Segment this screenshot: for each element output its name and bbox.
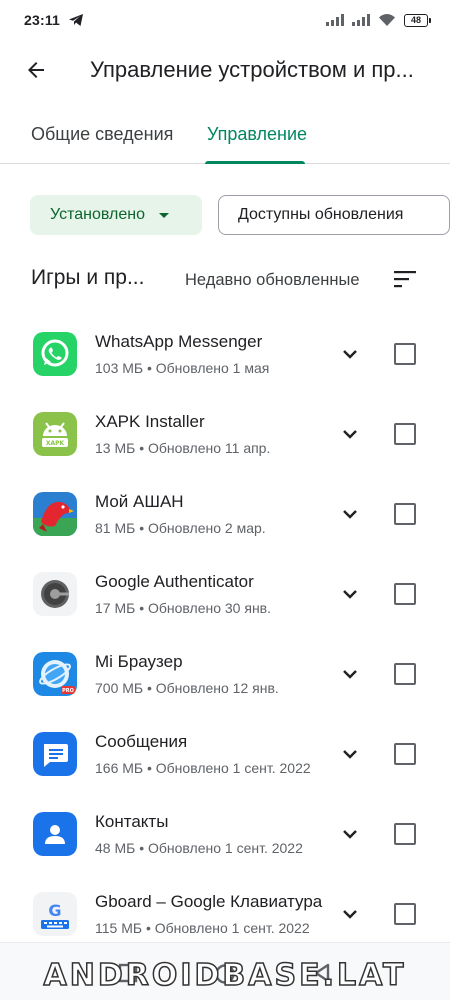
chevron-down-icon[interactable] <box>338 902 362 926</box>
recents-icon[interactable] <box>118 963 138 983</box>
app-select-checkbox[interactable] <box>394 423 416 445</box>
app-list: WhatsApp Messenger 103 МБ • Обновлено 1 … <box>0 314 450 954</box>
section-header: Игры и пр... Недавно обновленные <box>0 266 450 296</box>
app-name: Контакты <box>95 812 169 831</box>
tab-overview[interactable]: Общие сведения <box>31 124 173 145</box>
app-meta: 17 МБ • Обновлено 30 янв. <box>95 600 271 616</box>
app-select-checkbox[interactable] <box>394 503 416 525</box>
svg-text:G: G <box>48 901 61 920</box>
svg-text:PRO: PRO <box>62 688 74 694</box>
app-meta: 115 МБ • Обновлено 1 сент. 2022 <box>95 920 310 936</box>
app-select-checkbox[interactable] <box>394 343 416 365</box>
tab-indicator <box>205 161 305 164</box>
authenticator-icon <box>33 572 77 616</box>
sort-icon[interactable] <box>394 270 416 288</box>
app-name: Mi Браузер <box>95 652 183 671</box>
tab-manage[interactable]: Управление <box>207 124 307 145</box>
chevron-down-icon[interactable] <box>338 502 362 526</box>
battery-icon: 48 <box>404 13 431 27</box>
app-name: Сообщения <box>95 732 188 751</box>
dropdown-caret-icon <box>158 212 169 218</box>
app-list-item[interactable]: Сообщения 166 МБ • Обновлено 1 сент. 202… <box>0 714 450 794</box>
chevron-down-icon[interactable] <box>338 342 362 366</box>
app-list-item[interactable]: XAPK XAPK Installer 13 МБ • Обновлено 11… <box>0 394 450 474</box>
auchan-bird-icon <box>33 492 77 536</box>
app-select-checkbox[interactable] <box>394 823 416 845</box>
chevron-down-icon[interactable] <box>338 822 362 846</box>
sort-button[interactable]: Недавно обновленные <box>185 271 360 290</box>
app-select-checkbox[interactable] <box>394 583 416 605</box>
app-name: Мой АШАН <box>95 492 184 511</box>
app-list-item[interactable]: WhatsApp Messenger 103 МБ • Обновлено 1 … <box>0 314 450 394</box>
mi-browser-icon: PRO <box>33 652 77 696</box>
app-name: XAPK Installer <box>95 412 205 431</box>
wifi-icon <box>379 14 395 26</box>
filter-chips: Установлено Доступны обновления <box>0 195 450 235</box>
whatsapp-icon <box>33 332 77 376</box>
back-button[interactable] <box>6 44 66 96</box>
home-icon[interactable] <box>214 963 236 985</box>
status-bar: 23:11 48 <box>0 0 450 40</box>
app-select-checkbox[interactable] <box>394 743 416 765</box>
svg-text:XAPK: XAPK <box>46 440 65 447</box>
updates-available-chip[interactable]: Доступны обновления <box>218 195 450 235</box>
app-meta: 103 МБ • Обновлено 1 мая <box>95 360 270 376</box>
system-nav-bar <box>0 942 450 1000</box>
gboard-icon: G <box>33 892 77 936</box>
tab-bar: Общие сведения Управление <box>0 110 450 164</box>
app-select-checkbox[interactable] <box>394 663 416 685</box>
messages-icon <box>33 732 77 776</box>
installed-filter-chip[interactable]: Установлено <box>30 195 202 235</box>
contacts-icon <box>33 812 77 856</box>
app-name: Gboard – Google Клавиатура <box>95 892 323 911</box>
app-list-item[interactable]: PRO Mi Браузер 700 МБ • Обновлено 12 янв… <box>0 634 450 714</box>
status-time: 23:11 <box>24 12 61 28</box>
back-triangle-icon[interactable] <box>312 963 332 983</box>
updates-chip-label: Доступны обновления <box>238 206 404 223</box>
chevron-down-icon[interactable] <box>338 582 362 606</box>
page-title: Управление устройством и пр... <box>90 57 414 82</box>
chevron-down-icon[interactable] <box>338 422 362 446</box>
app-select-checkbox[interactable] <box>394 903 416 925</box>
app-list-item[interactable]: Google Authenticator 17 МБ • Обновлено 3… <box>0 554 450 634</box>
signal-icon <box>326 14 344 26</box>
app-meta: 81 МБ • Обновлено 2 мар. <box>95 520 266 536</box>
app-meta: 700 МБ • Обновлено 12 янв. <box>95 680 279 696</box>
app-bar: Управление устройством и пр... <box>0 44 450 96</box>
signal-icon <box>352 14 370 26</box>
xapk-android-icon: XAPK <box>33 412 77 456</box>
chevron-down-icon[interactable] <box>338 742 362 766</box>
app-list-item[interactable]: Мой АШАН 81 МБ • Обновлено 2 мар. <box>0 474 450 554</box>
app-meta: 13 МБ • Обновлено 11 апр. <box>95 440 271 456</box>
chevron-down-icon[interactable] <box>338 662 362 686</box>
telegram-icon <box>69 14 84 26</box>
section-title: Игры и пр... <box>31 266 145 289</box>
app-meta: 48 МБ • Обновлено 1 сент. 2022 <box>95 840 303 856</box>
app-name: WhatsApp Messenger <box>95 332 263 351</box>
battery-level: 48 <box>410 15 421 25</box>
app-list-item[interactable]: Контакты 48 МБ • Обновлено 1 сент. 2022 <box>0 794 450 874</box>
app-name: Google Authenticator <box>95 572 254 591</box>
arrow-back-icon <box>28 62 44 78</box>
app-meta: 166 МБ • Обновлено 1 сент. 2022 <box>95 760 311 776</box>
installed-chip-label: Установлено <box>50 206 145 223</box>
